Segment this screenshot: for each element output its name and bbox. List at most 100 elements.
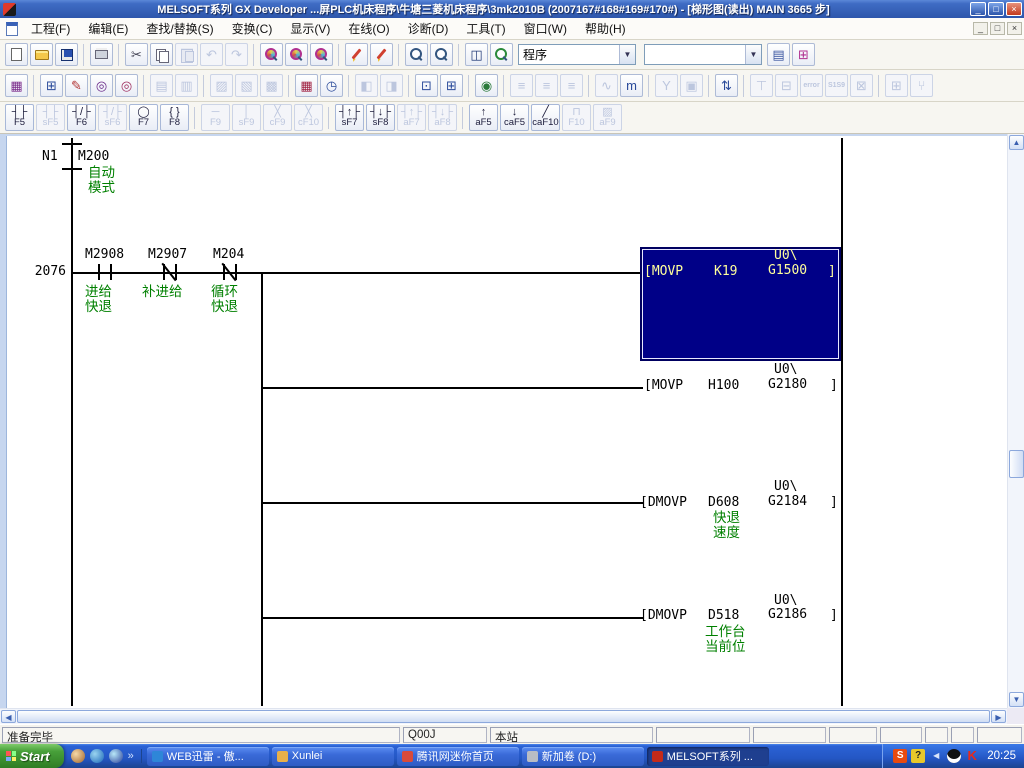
instr-op[interactable]: [DMOVP	[640, 608, 687, 623]
scroll-right-arrow[interactable]: ▶	[991, 710, 1006, 723]
undo-button[interactable]: ↶	[200, 43, 223, 66]
tree-branch-button[interactable]: Y	[655, 74, 678, 97]
cross-reference-button[interactable]: ▣	[680, 74, 703, 97]
chevron-down-icon[interactable]: ▼	[619, 45, 635, 64]
parallel-open-contact-button[interactable]: ┤├ sF5	[36, 104, 65, 131]
sogou-tray-icon[interactable]: S	[893, 749, 908, 763]
label-down-button[interactable]: ⊤	[750, 74, 773, 97]
scroll-up-arrow[interactable]: ▲	[1009, 135, 1024, 150]
parallel-closed-contact-button[interactable]: ┤/├ sF6	[98, 104, 127, 131]
monitor-stop-button[interactable]: ◨	[380, 74, 403, 97]
parallel-falling-pulse-button[interactable]: ┤↓├ aF8	[428, 104, 457, 131]
vertical-line-button[interactable]: │ sF9	[232, 104, 261, 131]
ladder-step-2-button[interactable]: ≡	[535, 74, 558, 97]
hide-icons-chevron[interactable]: ◀	[929, 749, 943, 763]
instr-dest[interactable]: G2184	[768, 494, 807, 509]
note-edit-button[interactable]: ▧	[235, 74, 258, 97]
pulse-up-button[interactable]: ↑ aF5	[469, 104, 498, 131]
paste-button[interactable]	[175, 43, 198, 66]
comment-display-button[interactable]: ▤	[150, 74, 173, 97]
tile-windows-button[interactable]: ◫	[465, 43, 488, 66]
menu-project[interactable]: 工程(F)	[22, 17, 79, 40]
monitor-write-button[interactable]: ◧	[355, 74, 378, 97]
time-monitor-button[interactable]: ◷	[320, 74, 343, 97]
contact-device[interactable]: M2908	[85, 247, 124, 262]
find-device-edit-button[interactable]: ◎	[115, 74, 138, 97]
instr-source[interactable]: H100	[708, 378, 739, 393]
open-contact-button[interactable]: ┤├ F5	[5, 104, 34, 131]
verify-document-button[interactable]: ▤	[767, 43, 790, 66]
find-string-button[interactable]	[310, 43, 333, 66]
open-window-new-button[interactable]: ⊞	[440, 74, 463, 97]
error-jump-button[interactable]: error	[800, 74, 823, 97]
task-button[interactable]: 新加卷 (D:)	[521, 746, 644, 766]
open-project-button[interactable]	[30, 43, 53, 66]
zoom-out-button[interactable]	[405, 43, 428, 66]
quicklaunch-icon-3[interactable]	[108, 749, 123, 763]
quicklaunch-icon-2[interactable]	[89, 749, 104, 763]
branch-line-button[interactable]: ⊓ F10	[562, 104, 591, 131]
project-structure-button[interactable]: ⊞	[792, 43, 815, 66]
instr-op[interactable]: [DMOVP	[640, 495, 687, 510]
falling-pulse-button[interactable]: ┤↓├ sF8	[366, 104, 395, 131]
mdi-minimize-button[interactable]: _	[973, 22, 988, 35]
coil-button[interactable]: ◯ F7	[129, 104, 158, 131]
find-contact-coil-button[interactable]: ◎	[90, 74, 113, 97]
delete-horizontal-line-button[interactable]: ╳ cF9	[263, 104, 292, 131]
chevron-down-icon[interactable]: ▼	[745, 45, 761, 64]
menu-window[interactable]: 窗口(W)	[515, 17, 576, 40]
menu-diagnostics[interactable]: 诊断(D)	[399, 17, 458, 40]
tree-down-button[interactable]: ⑂	[910, 74, 933, 97]
pages-copy-button[interactable]: ⊟	[775, 74, 798, 97]
instr-op[interactable]: [MOVP	[644, 378, 683, 393]
mdi-restore-button[interactable]: □	[990, 22, 1005, 35]
copy-button[interactable]	[150, 43, 173, 66]
minimize-button[interactable]: _	[970, 2, 986, 16]
scroll-down-arrow[interactable]: ▼	[1009, 692, 1024, 707]
device-comment-edit-button[interactable]	[345, 43, 368, 66]
horizontal-line-button[interactable]: ─ F9	[201, 104, 230, 131]
parallel-rising-pulse-button[interactable]: ┤↑├ aF7	[397, 104, 426, 131]
inline-statement-edit-button[interactable]: ▨	[210, 74, 233, 97]
menu-find-replace[interactable]: 查找/替换(S)	[137, 17, 222, 40]
print-button[interactable]	[90, 43, 113, 66]
task-button[interactable]: WEB迅雷 - 傲...	[146, 746, 269, 766]
block-flag-button[interactable]: ⊠	[850, 74, 873, 97]
quicklaunch-icon-1[interactable]	[70, 749, 85, 763]
contact-device[interactable]: M2907	[148, 247, 187, 262]
invert-operation-button[interactable]: ╱ caF10	[531, 104, 560, 131]
instr-source[interactable]: D518	[708, 608, 739, 623]
restore-button[interactable]: □	[988, 2, 1004, 16]
vertical-scrollbar[interactable]: ▲ ▼	[1007, 134, 1024, 708]
device-memory-edit-button[interactable]	[370, 43, 393, 66]
pulse-down-button[interactable]: ↓ caF5	[500, 104, 529, 131]
menu-edit[interactable]: 编辑(E)	[79, 17, 137, 40]
task-button[interactable]: Xunlei	[271, 746, 394, 766]
mdi-close-button[interactable]: ×	[1007, 22, 1022, 35]
menu-online[interactable]: 在线(O)	[339, 17, 398, 40]
refresh-monitor-button[interactable]	[490, 43, 513, 66]
instr-op[interactable]: [MOVP	[644, 264, 683, 279]
grid-window-button[interactable]: ⊞	[885, 74, 908, 97]
online-monitor-button[interactable]: ◉	[475, 74, 498, 97]
save-project-button[interactable]	[55, 43, 78, 66]
menu-tools[interactable]: 工具(T)	[457, 17, 514, 40]
delete-branch-button[interactable]: ▨ aF9	[593, 104, 622, 131]
ladder-step-1-button[interactable]: ≡	[510, 74, 533, 97]
kaspersky-tray-icon[interactable]: K	[965, 749, 979, 763]
find-device-button[interactable]	[285, 43, 308, 66]
open-window-jump-button[interactable]: ⊡	[415, 74, 438, 97]
horizontal-scroll-thumb[interactable]	[17, 710, 990, 723]
application-instruction-button[interactable]: { } F8	[160, 104, 189, 131]
cut-button[interactable]: ✂	[125, 43, 148, 66]
find-button[interactable]	[260, 43, 283, 66]
program-combo[interactable]: 程序 ▼	[518, 44, 636, 65]
ladder-step-3-button[interactable]: ≡	[560, 74, 583, 97]
vertical-scroll-thumb[interactable]	[1009, 450, 1024, 478]
close-button[interactable]: ×	[1006, 2, 1022, 16]
ladder-editor[interactable]: N1 M200 自动 模式 2076 M2908 进给 快退 M2907 补进给…	[0, 134, 1024, 724]
redo-button[interactable]: ↷	[225, 43, 248, 66]
menu-help[interactable]: 帮助(H)	[576, 17, 635, 40]
declaration-edit-button[interactable]: ▩	[260, 74, 283, 97]
rising-pulse-button[interactable]: ┤↑├ sF7	[335, 104, 364, 131]
